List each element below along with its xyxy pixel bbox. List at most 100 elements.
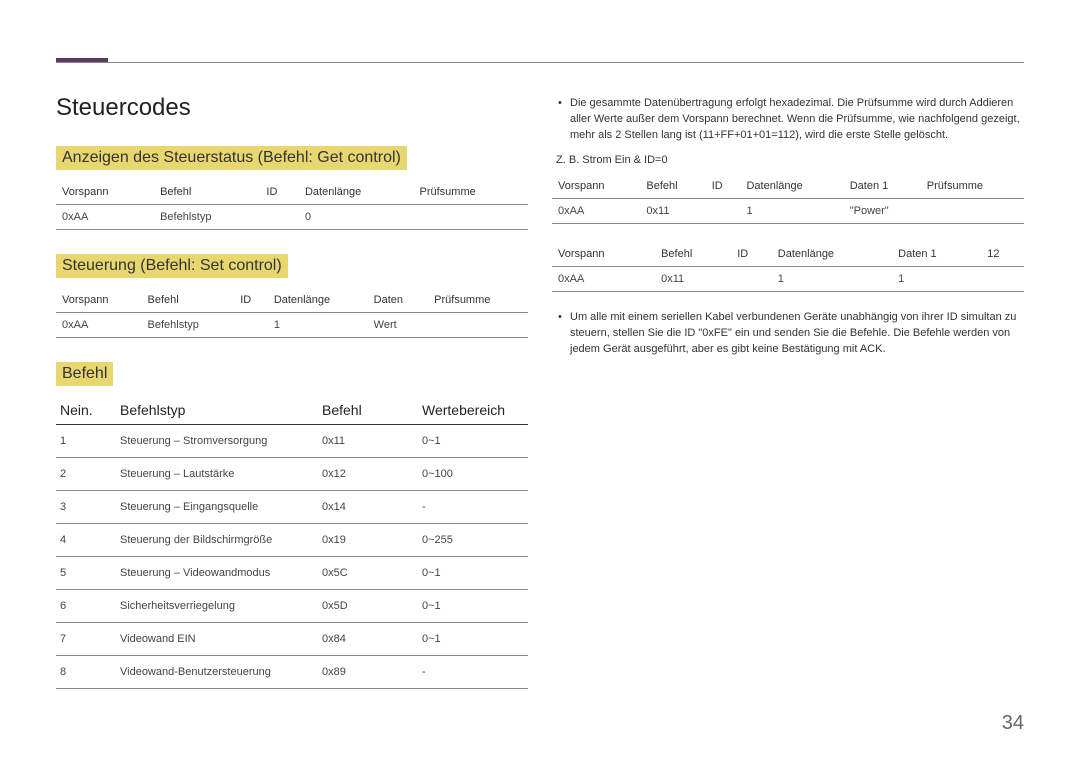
td: Videowand EIN — [116, 623, 318, 656]
th: Vorspann — [56, 288, 142, 313]
example-note: Z. B. Strom Ein & ID=0 — [556, 154, 1024, 166]
td: 0xAA — [552, 198, 640, 223]
td: 7 — [56, 623, 116, 656]
td: 5 — [56, 557, 116, 590]
td: 0x14 — [318, 491, 418, 524]
top-rule — [56, 62, 1024, 63]
td: Befehlstyp — [154, 205, 260, 230]
table-row: 4Steuerung der Bildschirmgröße0x190~255 — [56, 524, 528, 557]
th: Daten — [368, 288, 428, 313]
th: ID — [234, 288, 268, 313]
td: Steuerung – Stromversorgung — [116, 425, 318, 458]
td — [414, 205, 529, 230]
td: 0~1 — [418, 425, 528, 458]
td: 0x84 — [318, 623, 418, 656]
td: 0xAA — [552, 266, 655, 291]
table-row: 7Videowand EIN0x840~1 — [56, 623, 528, 656]
td — [428, 313, 528, 338]
td: 2 — [56, 458, 116, 491]
td: 1 — [268, 313, 368, 338]
table-row: 8Videowand-Benutzersteuerung0x89- — [56, 656, 528, 689]
th: Nein. — [56, 396, 116, 425]
td: 0x11 — [655, 266, 731, 291]
th: ID — [706, 174, 741, 199]
bullet-item: Um alle mit einem seriellen Kabel verbun… — [570, 310, 1024, 358]
th: ID — [731, 242, 772, 267]
td — [921, 198, 1024, 223]
td — [260, 205, 299, 230]
th: Datenlänge — [268, 288, 368, 313]
bullet-list: Die gesammte Datenübertragung erfolgt he… — [570, 96, 1024, 144]
command-heading: Befehl — [56, 362, 113, 386]
td: 0x19 — [318, 524, 418, 557]
th: Prüfsumme — [428, 288, 528, 313]
td: 0~1 — [418, 557, 528, 590]
table-row: 3Steuerung – Eingangsquelle0x14- — [56, 491, 528, 524]
right-column: Die gesammte Datenübertragung erfolgt he… — [552, 92, 1024, 707]
page-number: 34 — [1002, 712, 1024, 735]
td: "Power" — [844, 198, 921, 223]
td: - — [418, 491, 528, 524]
table-row: 1Steuerung – Stromversorgung0x110~1 — [56, 425, 528, 458]
td — [731, 266, 772, 291]
get-control-heading: Anzeigen des Steuerstatus (Befehl: Get c… — [56, 146, 407, 170]
example-table-1: Vorspann Befehl ID Datenlänge Daten 1 Pr… — [552, 174, 1024, 224]
th: Befehl — [655, 242, 731, 267]
command-table: Nein. Befehlstyp Befehl Wertebereich 1St… — [56, 396, 528, 689]
td: 1 — [740, 198, 843, 223]
td: Steuerung – Eingangsquelle — [116, 491, 318, 524]
bullet-item: Die gesammte Datenübertragung erfolgt he… — [570, 96, 1024, 144]
th: Befehl — [142, 288, 235, 313]
td: Befehlstyp — [142, 313, 235, 338]
th: Befehl — [318, 396, 418, 425]
table-row: 0xAA 0x11 1 "Power" — [552, 198, 1024, 223]
left-column: Steuercodes Anzeigen des Steuerstatus (B… — [56, 92, 528, 707]
td: 0x12 — [318, 458, 418, 491]
td: 0x11 — [318, 425, 418, 458]
td: Steuerung – Lautstärke — [116, 458, 318, 491]
set-control-heading: Steuerung (Befehl: Set control) — [56, 254, 288, 278]
td: 3 — [56, 491, 116, 524]
td: 6 — [56, 590, 116, 623]
th: Befehl — [640, 174, 705, 199]
table-row: 0xAA 0x11 1 1 — [552, 266, 1024, 291]
td: 8 — [56, 656, 116, 689]
table-row: 0xAA Befehlstyp 0 — [56, 205, 528, 230]
td: 0 — [299, 205, 414, 230]
td: - — [418, 656, 528, 689]
td: Steuerung der Bildschirmgröße — [116, 524, 318, 557]
get-control-table: Vorspann Befehl ID Datenlänge Prüfsumme … — [56, 180, 528, 230]
td: 1 — [56, 425, 116, 458]
th: Datenlänge — [772, 242, 892, 267]
th: ID — [260, 180, 299, 205]
th: Prüfsumme — [921, 174, 1024, 199]
table-row: 2Steuerung – Lautstärke0x120~100 — [56, 458, 528, 491]
td: 0x5D — [318, 590, 418, 623]
td: 0x5C — [318, 557, 418, 590]
th: Daten 1 — [844, 174, 921, 199]
td: 0x89 — [318, 656, 418, 689]
td: Steuerung – Videowandmodus — [116, 557, 318, 590]
example-table-2: Vorspann Befehl ID Datenlänge Daten 1 12… — [552, 242, 1024, 292]
th: Vorspann — [552, 242, 655, 267]
table-row: 5Steuerung – Videowandmodus0x5C0~1 — [56, 557, 528, 590]
th: Prüfsumme — [414, 180, 529, 205]
td: 4 — [56, 524, 116, 557]
td: 1 — [772, 266, 892, 291]
td: 0x11 — [640, 198, 705, 223]
th: Befehlstyp — [116, 396, 318, 425]
set-control-table: Vorspann Befehl ID Datenlänge Daten Prüf… — [56, 288, 528, 338]
td — [234, 313, 268, 338]
td: 0~1 — [418, 590, 528, 623]
th: Daten 1 — [892, 242, 981, 267]
th: Vorspann — [56, 180, 154, 205]
table-row: 6Sicherheitsverriegelung0x5D0~1 — [56, 590, 528, 623]
td: 0xAA — [56, 313, 142, 338]
td — [706, 198, 741, 223]
td: 0xAA — [56, 205, 154, 230]
table-row: 0xAA Befehlstyp 1 Wert — [56, 313, 528, 338]
td: 0~1 — [418, 623, 528, 656]
td: Wert — [368, 313, 428, 338]
section-title: Steuercodes — [56, 94, 528, 122]
th: Befehl — [154, 180, 260, 205]
